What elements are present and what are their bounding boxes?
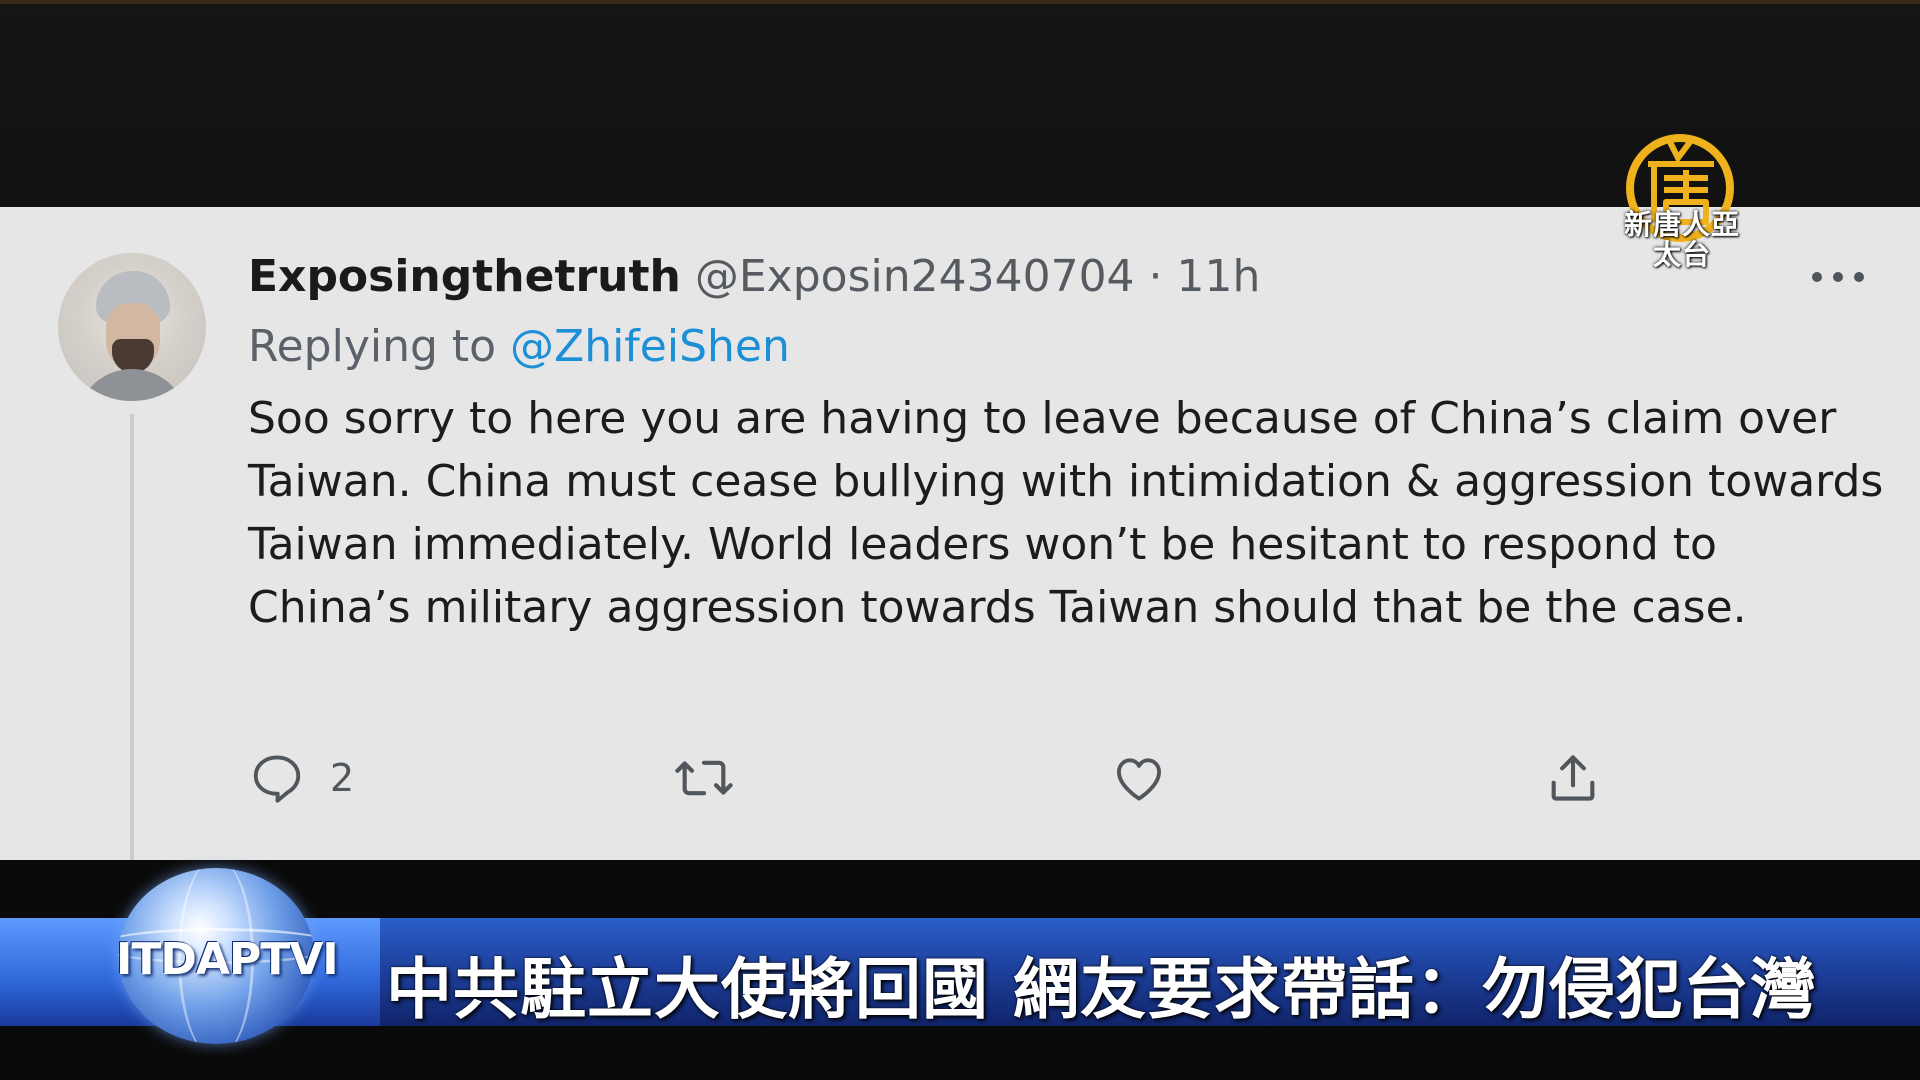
thread-line [130,414,134,860]
display-name[interactable]: Exposingthetruth [248,251,681,302]
retweet-icon [675,760,733,796]
more-dot [1833,272,1843,282]
video-frame: Exposingthetruth @Exposin24340704 · 11h … [0,0,1920,1080]
more-dot [1812,272,1822,282]
news-headline: 中共駐立大使將回國 網友要求帶話：勿侵犯台灣 [386,951,1817,1028]
user-handle[interactable]: @Exposin24340704 [695,251,1135,302]
more-icon[interactable] [1812,269,1864,285]
station-logo: ITDAPTVI [116,934,339,985]
heart-icon [1117,758,1161,801]
share-icon [1551,755,1595,801]
like-button[interactable] [1110,743,1168,813]
ntd-logo-text: 新唐人亞太台 [1623,208,1740,271]
tweet-actions: 2 [248,743,1648,813]
retweet-button[interactable] [672,743,736,813]
header-separator: · [1134,251,1177,302]
tweet-body: Soo sorry to here you are having to leav… [248,393,1884,633]
replying-handle-link[interactable]: @ZhifeiShen [510,321,790,372]
top-strip [0,0,1920,4]
reply-button[interactable]: 2 [248,743,354,813]
tweet-card: Exposingthetruth @Exposin24340704 · 11h … [0,207,1920,860]
tweet-time[interactable]: 11h [1177,251,1261,302]
replying-prefix: Replying to [248,321,511,372]
avatar[interactable] [58,253,206,401]
more-dot [1854,272,1864,282]
reply-icon [253,755,301,803]
share-button[interactable] [1544,743,1602,813]
reply-count: 2 [330,756,355,800]
replying-to: Replying to @ZhifeiShen [248,321,790,372]
avatar-shoulders [76,369,188,401]
avatar-beard [112,339,154,373]
tweet-header: Exposingthetruth @Exposin24340704 · 11h [248,251,1260,302]
